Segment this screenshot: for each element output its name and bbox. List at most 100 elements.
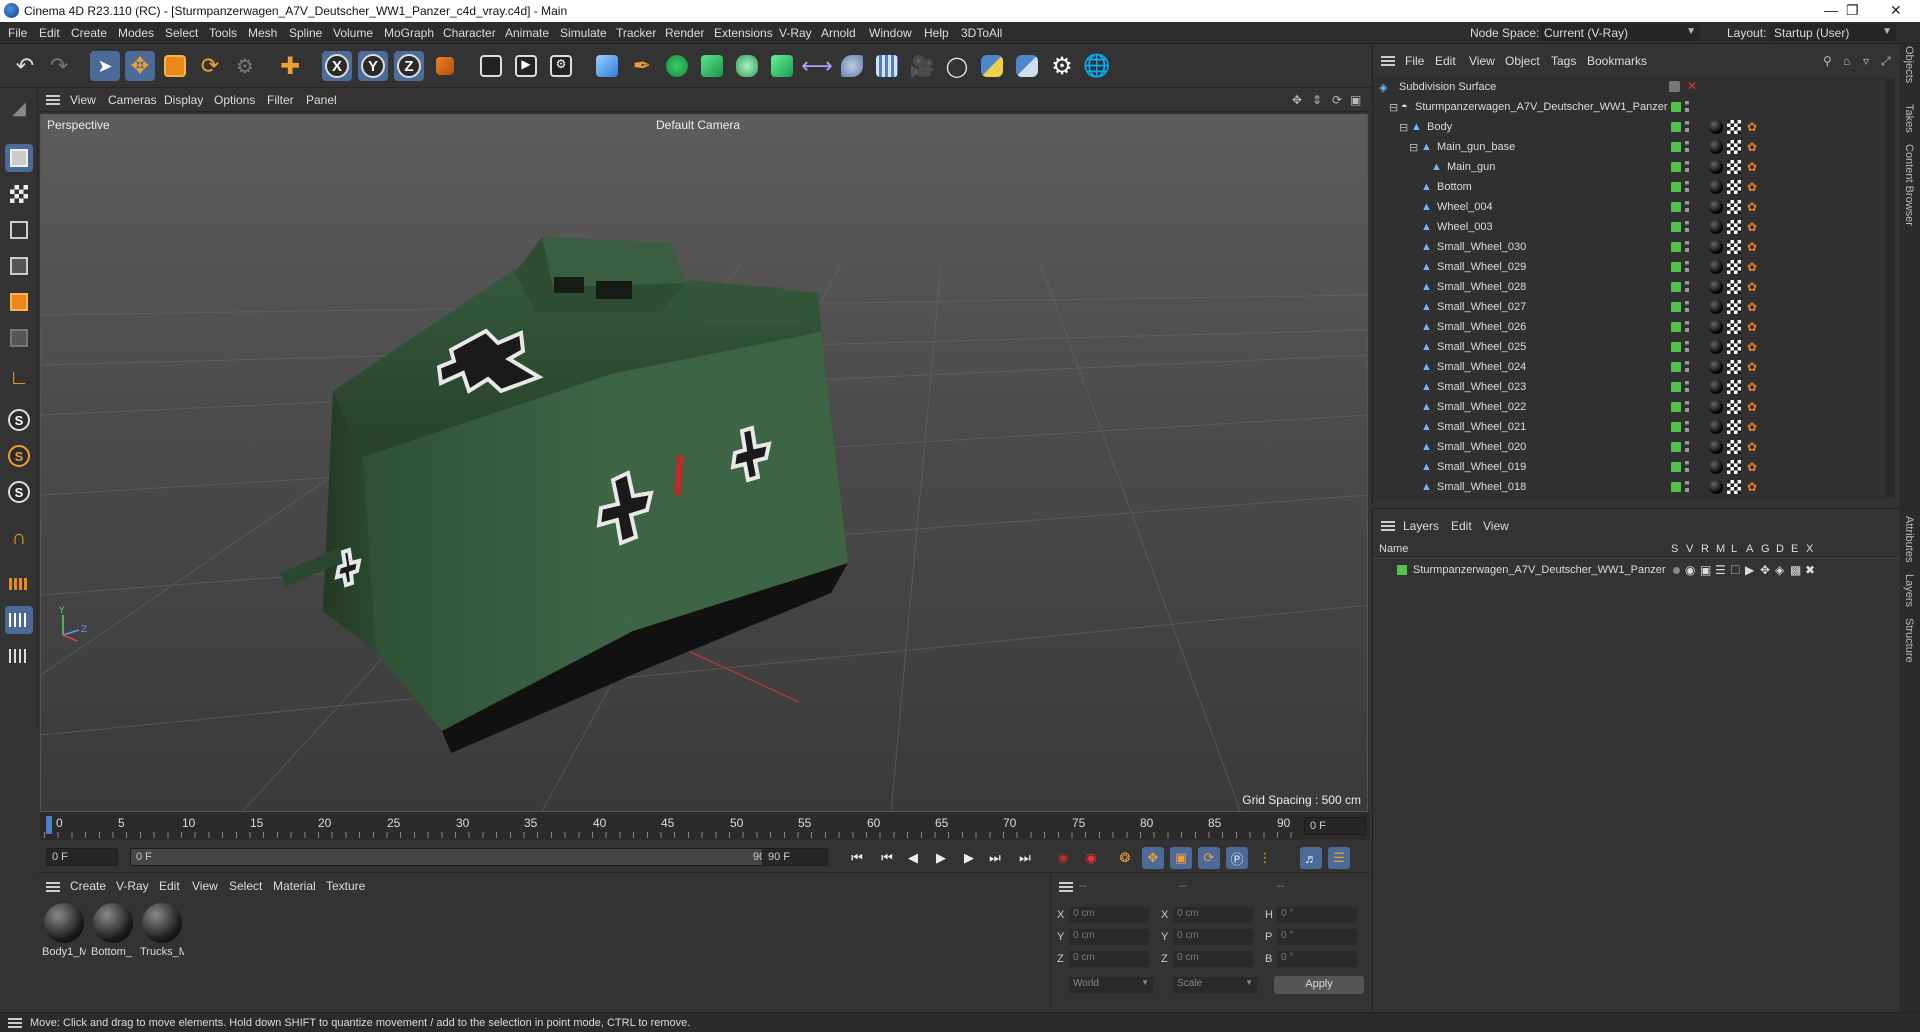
render-dots[interactable]	[1685, 381, 1689, 393]
viewport-zoom-icon[interactable]: ⇕	[1312, 93, 1322, 107]
undo-button[interactable]: ↶	[10, 51, 40, 81]
viewport-camera-label[interactable]: Default Camera	[656, 118, 740, 132]
texture-tag-icon[interactable]	[1727, 240, 1741, 254]
texture-tag-icon[interactable]	[1727, 460, 1741, 474]
vray-tag-icon[interactable]: ✿	[1747, 441, 1757, 453]
vray-tag-icon[interactable]: ✿	[1747, 161, 1757, 173]
visibility-dot[interactable]	[1671, 382, 1681, 392]
tweak-mode-button[interactable]: ∩	[5, 524, 33, 552]
menu-modes[interactable]: Modes	[118, 26, 154, 40]
visibility-dot[interactable]	[1671, 142, 1681, 152]
menu-extensions[interactable]: Extensions	[714, 26, 773, 40]
polygon-mode-button[interactable]	[5, 288, 33, 316]
material-tag-icon[interactable]	[1709, 220, 1723, 234]
viewport-menu-cameras[interactable]: Cameras	[108, 93, 157, 107]
render-dots[interactable]	[1685, 401, 1689, 413]
expand-toggle-icon[interactable]: ⊟	[1399, 121, 1410, 134]
material-tag-icon[interactable]	[1709, 480, 1723, 494]
object-row[interactable]: ▲ Small_Wheel_030 ✿	[1373, 238, 1883, 258]
menu-help[interactable]: Help	[924, 26, 949, 40]
texture-tag-icon[interactable]	[1727, 440, 1741, 454]
point-mode-button[interactable]	[5, 216, 33, 244]
coordinate-system-button[interactable]	[430, 51, 460, 81]
hamburger-icon[interactable]	[8, 1018, 22, 1028]
vray-tag-icon[interactable]: ✿	[1747, 261, 1757, 273]
material-tag-icon[interactable]	[1709, 320, 1723, 334]
visibility-dot[interactable]	[1671, 162, 1681, 172]
current-frame-field[interactable]: 0 F	[1304, 817, 1366, 835]
object-row[interactable]: ▲ Small_Wheel_021 ✿	[1373, 418, 1883, 438]
menu-3dtoall[interactable]: 3DToAll	[961, 26, 1002, 40]
home-icon[interactable]: ⌂	[1843, 54, 1850, 68]
viewport-move-icon[interactable]: ✥	[1292, 93, 1302, 107]
recent-tool-button[interactable]: ⚙	[230, 51, 260, 81]
visibility-dot[interactable]	[1671, 422, 1681, 432]
light-button[interactable]: ◯	[942, 51, 972, 81]
material-tag-icon[interactable]	[1709, 420, 1723, 434]
render-dots[interactable]	[1685, 181, 1689, 193]
hamburger-icon[interactable]	[46, 95, 60, 105]
render-dots[interactable]	[1685, 341, 1689, 353]
object-row[interactable]: ⊟ ▲ Main_gun_base ✿	[1373, 138, 1883, 158]
object-row[interactable]: ▲ Small_Wheel_026 ✿	[1373, 318, 1883, 338]
vray-tag-icon[interactable]: ✿	[1747, 281, 1757, 293]
move-tool-button[interactable]: ✥	[125, 51, 155, 81]
visibility-dot[interactable]	[1671, 242, 1681, 252]
rotation-p-field[interactable]: 0 °	[1277, 929, 1357, 945]
position-y-field[interactable]: 0 cm	[1069, 929, 1149, 945]
viewport-menu-filter[interactable]: Filter	[267, 93, 294, 107]
texture-tag-icon[interactable]	[1727, 320, 1741, 334]
material-tag-icon[interactable]	[1709, 260, 1723, 274]
previous-frame-button[interactable]: ◀	[902, 847, 924, 869]
go-to-end-button[interactable]: ⏭	[1014, 847, 1036, 869]
render-dots[interactable]	[1685, 481, 1689, 493]
vray-tag-icon[interactable]: ✿	[1747, 301, 1757, 313]
transform-mode-dropdown[interactable]: Scale ▼	[1173, 977, 1257, 993]
visibility-dot[interactable]	[1671, 222, 1681, 232]
key-pla-button[interactable]: ⋮	[1254, 847, 1276, 869]
python-button[interactable]	[977, 51, 1007, 81]
timeline-window-button[interactable]: ♬	[1300, 847, 1322, 869]
render-settings-button[interactable]: ⚙	[546, 51, 576, 81]
y-axis-button[interactable]: Y	[358, 51, 388, 81]
python-script-button[interactable]	[1012, 51, 1042, 81]
select-tool-button[interactable]: ➤	[90, 51, 120, 81]
hamburger-icon[interactable]	[46, 882, 60, 892]
disabled-x-icon[interactable]: ✕	[1687, 79, 1697, 93]
web-button[interactable]: 🌐	[1082, 51, 1112, 81]
manager-icon[interactable]: ☰	[1715, 563, 1726, 577]
render-dots[interactable]	[1685, 261, 1689, 273]
model-mode-button[interactable]	[5, 144, 33, 172]
render-dots[interactable]	[1685, 441, 1689, 453]
layer-menu-layers[interactable]: Layers	[1403, 519, 1439, 533]
render-dots[interactable]	[1685, 281, 1689, 293]
close-icon[interactable]: ✕	[1890, 2, 1902, 19]
render-dots[interactable]	[1685, 141, 1689, 153]
texture-mode-button[interactable]	[5, 180, 33, 208]
timeline-ruler[interactable]: 0 5 10 15 20 25 30 35 40 45 50 55 60 65 …	[40, 812, 1370, 840]
viewport-rotate-icon[interactable]: ⟳	[1332, 93, 1342, 107]
material-swatch[interactable]: Trucks_M	[140, 903, 184, 963]
play-button[interactable]: ▶	[930, 847, 952, 869]
object-row[interactable]: ▲ Main_gun ✿	[1373, 158, 1883, 178]
material-tag-icon[interactable]	[1709, 340, 1723, 354]
viewport-menu-display[interactable]: Display	[164, 93, 203, 107]
vray-tag-icon[interactable]: ✿	[1747, 481, 1757, 493]
menu-volume[interactable]: Volume	[333, 26, 373, 40]
layer-menu-view[interactable]: View	[1483, 519, 1509, 533]
object-menu-file[interactable]: File	[1405, 54, 1424, 68]
layer-col-render[interactable]: R	[1701, 543, 1709, 555]
material-tag-icon[interactable]	[1709, 400, 1723, 414]
node-space-dropdown[interactable]: Current (V-Ray) ▼	[1540, 24, 1700, 41]
axis-mode-button[interactable]: ∟	[5, 364, 33, 392]
3d-viewport[interactable]: Y Z Perspective Default Camera Grid Spac…	[40, 114, 1368, 812]
vray-tag-icon[interactable]: ✿	[1747, 381, 1757, 393]
menu-select[interactable]: Select	[165, 26, 198, 40]
material-menu-select[interactable]: Select	[229, 879, 262, 893]
layer-col-animation[interactable]: A	[1746, 543, 1753, 555]
position-x-field[interactable]: 0 cm	[1069, 907, 1149, 923]
material-menu-material[interactable]: Material	[273, 879, 316, 893]
menu-mograph[interactable]: MoGraph	[384, 26, 434, 40]
visibility-dot[interactable]	[1671, 362, 1681, 372]
workplane-lock-button[interactable]	[5, 642, 33, 670]
